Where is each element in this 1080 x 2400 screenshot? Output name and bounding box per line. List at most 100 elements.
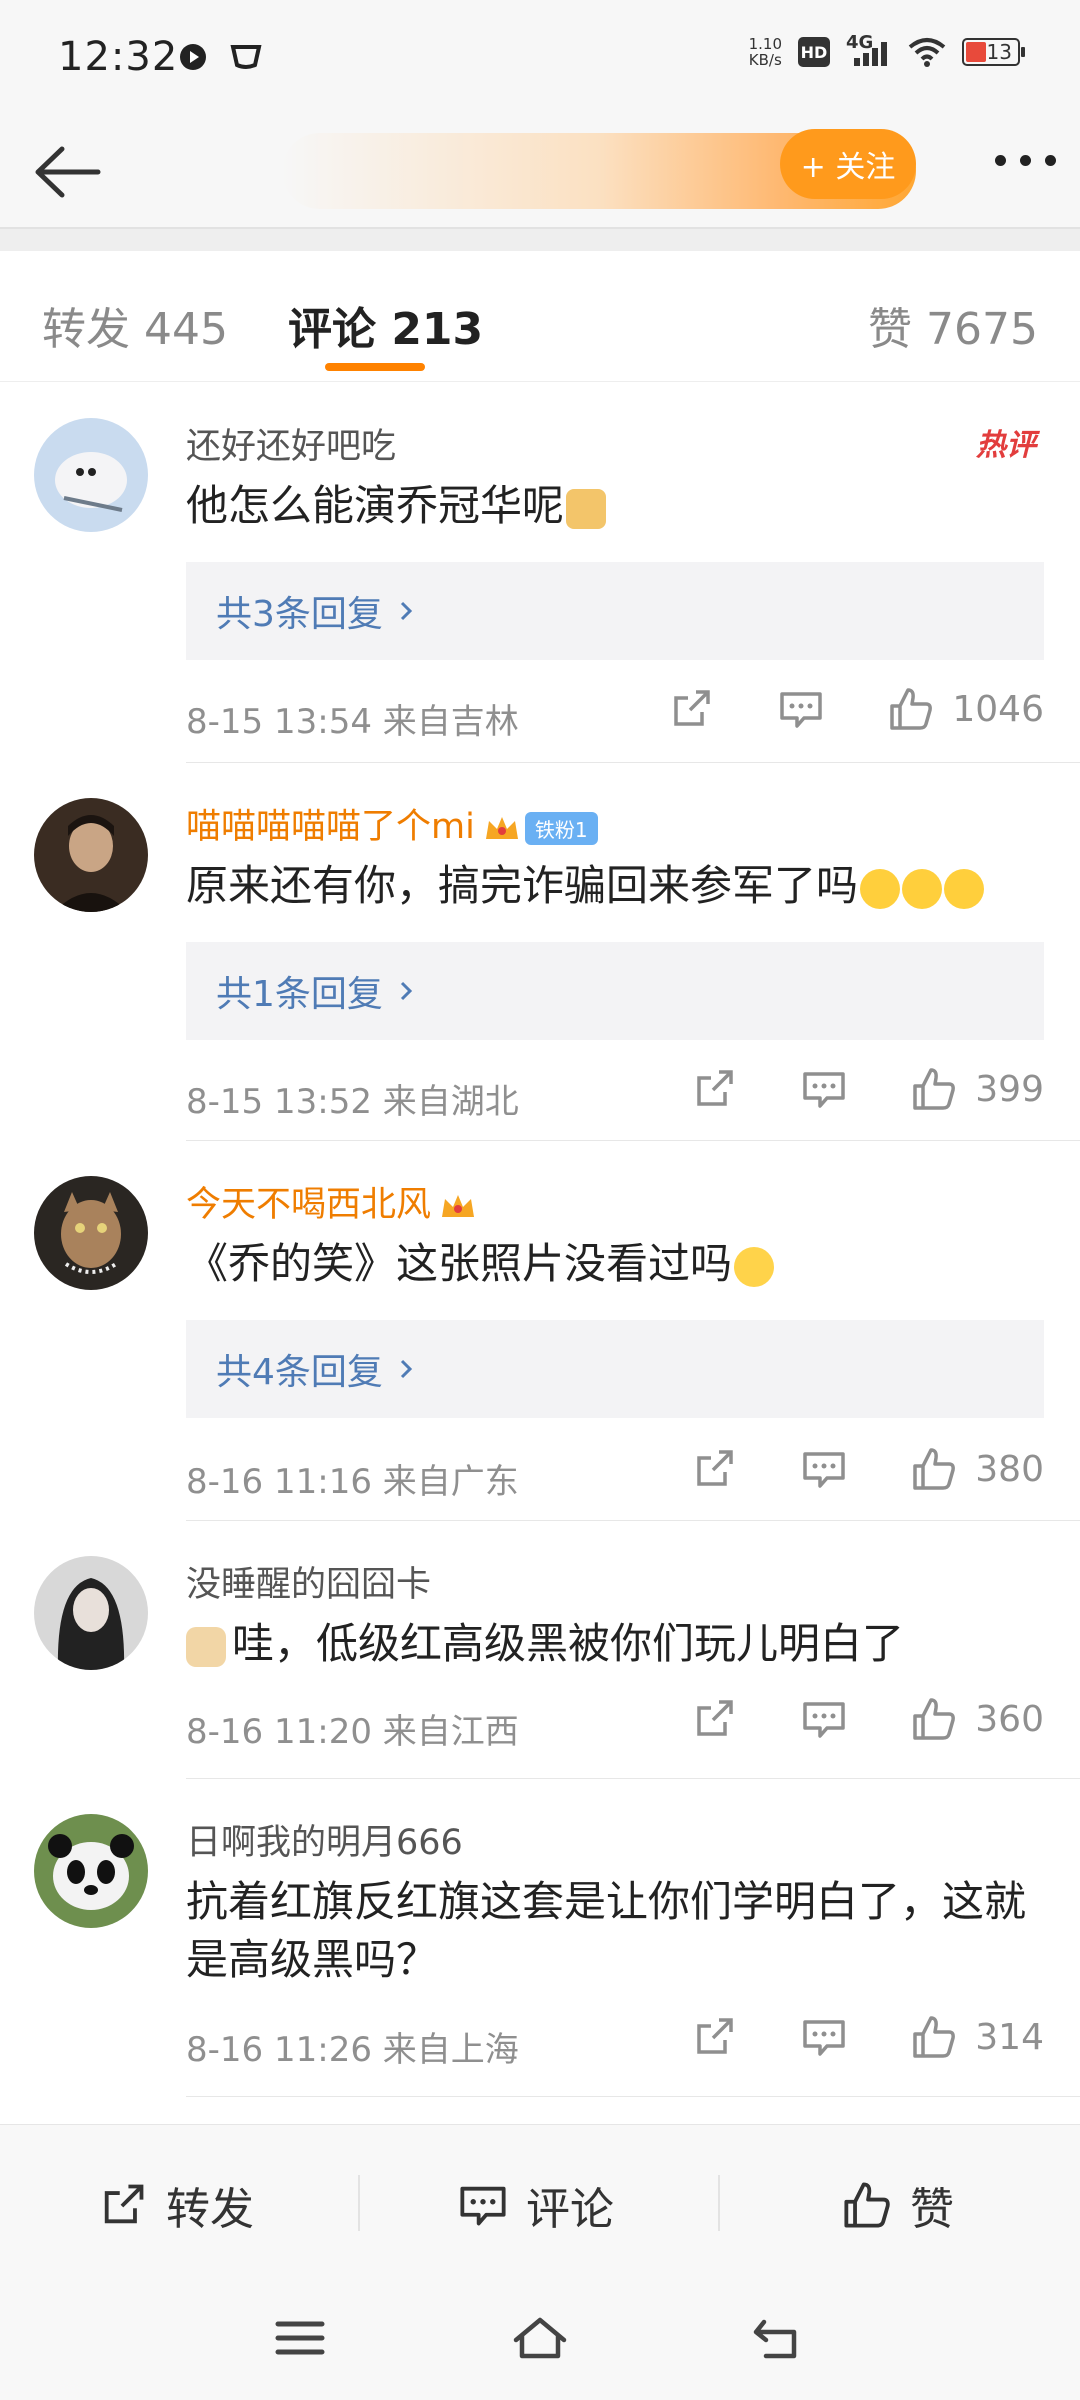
replies-count: 共3条回复 <box>216 594 383 635</box>
comment-username-text: 今天不喝西北风 <box>186 1185 432 1225</box>
comment-divider <box>186 1778 1080 1779</box>
laugh-cry-emoji-icon <box>860 868 901 909</box>
comment-meta: 8-16 11:26 来自上海 <box>186 2030 519 2070</box>
avatar[interactable] <box>34 1176 148 1290</box>
like-count: 1046 <box>952 688 1044 730</box>
section-divider <box>0 229 1080 251</box>
comment-username[interactable]: 还好还好吧吃 <box>186 418 396 469</box>
system-nav-bar <box>0 2274 1080 2400</box>
comment-icon <box>460 2186 506 2226</box>
fan-badge: 铁粉1 <box>524 811 598 845</box>
cow-emoji-icon <box>186 1626 226 1667</box>
doge-emoji-icon <box>566 488 607 529</box>
like-icon[interactable] <box>911 1696 957 1742</box>
share-icon[interactable] <box>668 686 714 732</box>
follow-button[interactable]: + 关注 <box>780 129 916 199</box>
comment-icon[interactable] <box>801 1696 847 1742</box>
comment-text: 哇，低级红高级黑被你们玩儿明白了 <box>186 1615 1046 1673</box>
like-icon <box>844 2182 890 2228</box>
battery-level <box>966 42 986 62</box>
status-right-icons: 1.10 KB/s HD 4G 13 <box>749 32 1025 68</box>
tab-likes[interactable]: 赞 7675 <box>868 293 1038 357</box>
like-count: 399 <box>975 1068 1044 1110</box>
crown-icon <box>485 817 518 839</box>
comment-divider <box>186 762 1080 763</box>
return-icon[interactable] <box>750 2312 810 2364</box>
cup-notification-icon <box>230 45 262 69</box>
share-icon[interactable] <box>691 1446 737 1492</box>
active-tab-indicator <box>325 363 425 371</box>
like-icon[interactable] <box>911 1066 957 1112</box>
share-icon[interactable] <box>691 2014 737 2060</box>
nav-bar: + 关注 <box>0 115 1080 229</box>
comment-divider <box>186 2096 1080 2097</box>
comment-username[interactable]: 没睡醒的囧囧卡 <box>186 1556 431 1607</box>
comment-text-content: 《乔的笑》这张照片没看过吗 <box>186 1239 733 1288</box>
comment-actions: 399 <box>691 1066 1044 1112</box>
status-bar: 12:32 1.10 KB/s HD 4G 13 <box>0 0 1080 115</box>
crown-icon <box>442 1195 475 1217</box>
hot-comment-badge: 热评 <box>976 428 1036 463</box>
status-left-icons <box>178 42 262 72</box>
replies-count: 共1条回复 <box>216 974 383 1015</box>
signal-icon: 4G <box>846 32 892 68</box>
net-speed: 1.10 KB/s <box>749 36 782 68</box>
avatar[interactable] <box>34 798 148 912</box>
comment-text: 他怎么能演乔冠华呢 <box>186 477 1046 535</box>
comment-meta: 8-16 11:20 来自江西 <box>186 1712 519 1752</box>
like-button[interactable]: 赞 <box>842 2173 954 2237</box>
comment-username[interactable]: 今天不喝西北风 <box>186 1176 477 1227</box>
avatar[interactable] <box>34 418 148 532</box>
comment-icon[interactable] <box>801 1446 847 1492</box>
like-icon[interactable] <box>911 1446 957 1492</box>
comment-text-content: 他怎么能演乔冠华呢 <box>186 481 565 530</box>
share-icon[interactable] <box>691 1696 737 1742</box>
repost-button[interactable]: 转发 <box>98 2173 254 2237</box>
like-count: 360 <box>975 1698 1044 1740</box>
comment-text: 原来还有你，搞完诈骗回来参军了吗 <box>186 857 1046 915</box>
tab-comments[interactable]: 评论 213 <box>288 293 483 357</box>
avatar[interactable] <box>34 1814 148 1928</box>
status-time: 12:32 <box>58 34 179 80</box>
back-arrow-icon[interactable] <box>26 129 112 215</box>
comment-text: 《乔的笑》这张照片没看过吗 <box>186 1235 1046 1293</box>
comment-meta: 8-16 11:16 来自广东 <box>186 1462 519 1502</box>
share-icon <box>104 2184 144 2224</box>
comment-button[interactable]: 评论 <box>458 2173 614 2237</box>
replies-link[interactable]: 共3条回复 <box>186 562 1044 660</box>
chevron-right-icon <box>400 601 413 621</box>
comment-icon[interactable] <box>801 2014 847 2060</box>
replies-link[interactable]: 共1条回复 <box>186 942 1044 1040</box>
chevron-right-icon <box>400 981 413 1001</box>
comment-actions: 1046 <box>668 686 1044 732</box>
like-label: 赞 <box>910 2184 954 2235</box>
comment-username[interactable]: 日啊我的明月666 <box>186 1814 463 1865</box>
comment-text-content: 哇，低级红高级黑被你们玩儿明白了 <box>232 1619 905 1668</box>
home-icon[interactable] <box>510 2312 570 2364</box>
comment-text-content: 原来还有你，搞完诈骗回来参军了吗 <box>186 861 859 910</box>
like-icon[interactable] <box>888 686 934 732</box>
like-count: 314 <box>975 2016 1044 2058</box>
avatar[interactable] <box>34 1556 148 1670</box>
laugh-cry-emoji-icon <box>902 868 943 909</box>
smile-emoji-icon <box>734 1246 775 1287</box>
like-count: 380 <box>975 1448 1044 1490</box>
repost-label: 转发 <box>166 2184 254 2235</box>
comment-username[interactable]: 喵喵喵喵喵了个mi 铁粉1 <box>186 798 598 849</box>
like-icon[interactable] <box>911 2014 957 2060</box>
tab-repost[interactable]: 转发 445 <box>42 293 228 357</box>
comment-divider <box>186 1520 1080 1521</box>
laugh-cry-emoji-icon <box>944 868 985 909</box>
comment-actions: 314 <box>691 2014 1044 2060</box>
menu-icon[interactable] <box>270 2312 330 2364</box>
play-notification-icon <box>180 44 206 70</box>
hd-badge: HD <box>798 37 830 67</box>
net-speed-value: 1.10 <box>748 35 782 53</box>
replies-link[interactable]: 共4条回复 <box>186 1320 1044 1418</box>
comment-icon[interactable] <box>778 686 824 732</box>
net-speed-unit: KB/s <box>748 51 782 69</box>
comment-icon[interactable] <box>801 1066 847 1112</box>
more-icon[interactable] <box>995 155 1056 166</box>
share-icon[interactable] <box>691 1066 737 1112</box>
comment-actions: 360 <box>691 1696 1044 1742</box>
